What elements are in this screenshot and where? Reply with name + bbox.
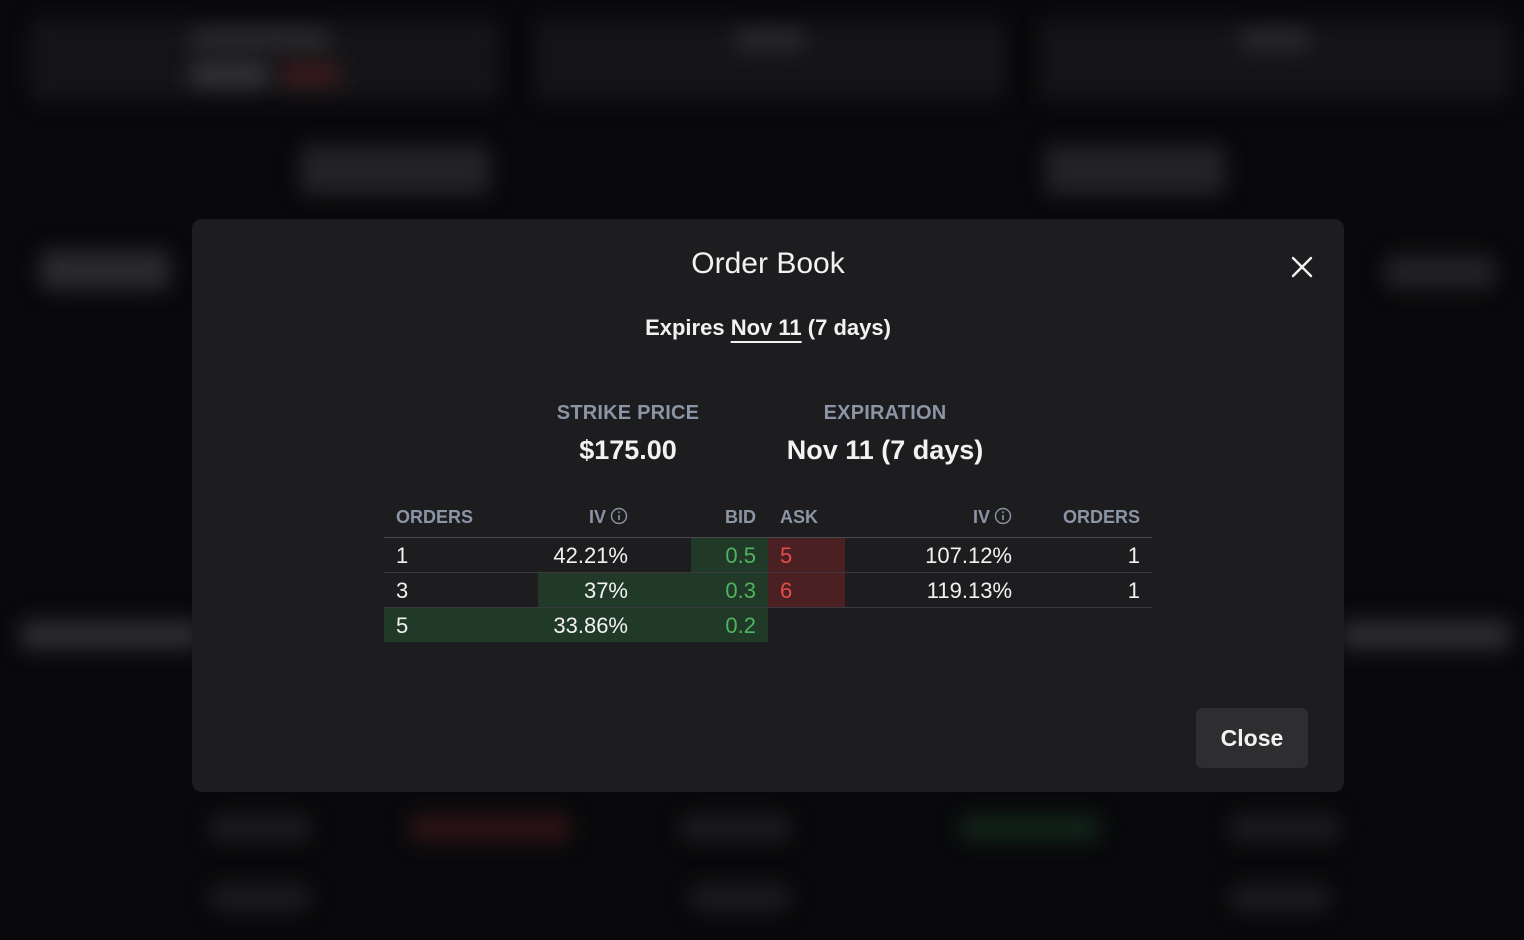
order-book-table: ORDERS IV BID ASK IV ORDERS 1 42.21% 0.5… — [384, 505, 1152, 642]
strike-price-block: STRIKE PRICE $175.00 — [528, 402, 728, 466]
table-row[interactable]: 1 42.21% 0.5 5 107.12% 1 — [384, 538, 1152, 573]
ask-price: 5 — [780, 543, 793, 568]
ask-header: ASK — [780, 507, 819, 527]
bid-iv: 42.21% — [553, 543, 628, 568]
bid-iv: 37% — [583, 578, 628, 603]
bid-header: BID — [725, 507, 756, 527]
strike-price-value: $175.00 — [579, 435, 677, 465]
ask-iv-header-label: IV — [972, 507, 990, 527]
ask-price: 6 — [780, 578, 793, 603]
bid-orders: 1 — [396, 543, 409, 568]
expiration-block: EXPIRATION Nov 11 (7 days) — [765, 402, 1005, 466]
bid-iv-header: IV — [589, 507, 628, 528]
ask-orders: 1 — [1127, 578, 1140, 603]
bid-orders: 5 — [396, 613, 409, 638]
expires-days: (7 days) — [807, 315, 891, 340]
bid-price: 0.3 — [725, 578, 756, 603]
close-button[interactable]: Close — [1196, 708, 1308, 768]
ask-iv-header: IV — [973, 507, 1012, 528]
expires-line: Expires Nov 11 (7 days) — [192, 315, 1344, 341]
order-book-dialog: Order Book Expires Nov 11 (7 days) STRIK… — [192, 219, 1344, 792]
bid-price: 0.2 — [725, 613, 756, 638]
info-icon[interactable] — [610, 507, 628, 525]
ask-iv: 107.12% — [925, 543, 1012, 568]
bid-orders-header: ORDERS — [396, 507, 474, 527]
bid-iv: 33.86% — [553, 613, 628, 638]
bid-price: 0.5 — [725, 543, 756, 568]
table-row[interactable]: 5 33.86% 0.2 — [384, 608, 1152, 642]
bid-iv-header-label: IV — [588, 507, 606, 527]
ask-iv: 119.13% — [926, 578, 1012, 603]
info-icon[interactable] — [994, 507, 1012, 525]
expires-prefix: Expires — [645, 315, 725, 340]
expiration-label: EXPIRATION — [823, 402, 947, 424]
table-header: ORDERS IV BID ASK IV ORDERS — [384, 505, 1152, 538]
expiration-date-link[interactable]: Nov 11 — [731, 315, 802, 340]
table-row[interactable]: 3 37% 0.3 6 119.13% 1 — [384, 573, 1152, 608]
dialog-title: Order Book — [691, 247, 845, 280]
close-icon[interactable] — [1288, 253, 1316, 281]
strike-price-label: STRIKE PRICE — [556, 402, 700, 424]
expiration-value: Nov 11 (7 days) — [786, 435, 984, 465]
bid-orders: 3 — [396, 578, 409, 603]
ask-orders-header: ORDERS — [1062, 507, 1140, 527]
ask-orders: 1 — [1127, 543, 1140, 568]
